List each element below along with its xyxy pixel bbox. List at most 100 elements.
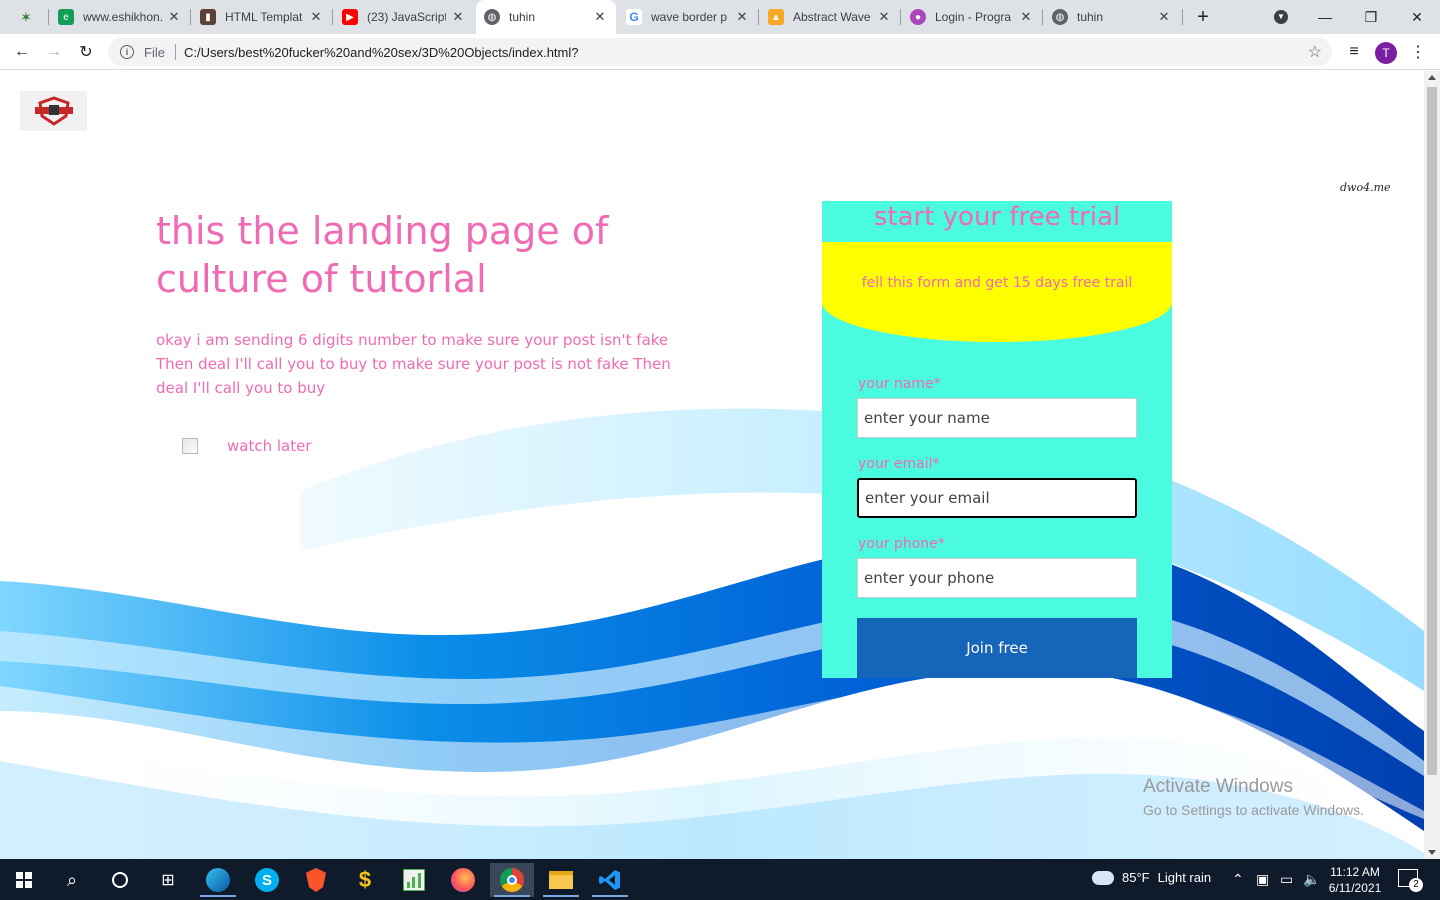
tab-5[interactable]: G wave border p ✕ (618, 0, 758, 34)
close-icon[interactable]: ✕ (1018, 9, 1034, 25)
email-label: your email* (858, 456, 940, 472)
chevron-up-icon[interactable]: ⌃ (1232, 871, 1244, 888)
tab-title: tuhin (1077, 10, 1104, 24)
tab-title: tuhin (509, 10, 536, 24)
address-bar[interactable]: i File C:/Users/best%20fucker%20and%20se… (108, 38, 1332, 66)
windows-start-icon[interactable] (2, 863, 46, 897)
edge-icon[interactable] (196, 863, 240, 897)
close-window-icon[interactable]: ✕ (1394, 0, 1440, 34)
watch-later-link[interactable]: watch later (182, 437, 312, 455)
tab-4-active[interactable]: ◍ tuhin ✕ (476, 0, 616, 34)
meet-now-icon[interactable]: ▣ (1256, 871, 1269, 888)
file-explorer-icon[interactable] (539, 863, 583, 897)
vscode-icon[interactable] (588, 863, 632, 897)
weather-desc: Light rain (1157, 870, 1212, 885)
globe-icon: ◍ (484, 9, 500, 25)
name-field[interactable] (857, 398, 1137, 438)
task-view-icon[interactable]: ⊞ (146, 863, 190, 897)
back-arrow-icon[interactable]: ← (10, 40, 34, 64)
tab-0[interactable]: ✶ (10, 0, 48, 34)
bookmark-star-icon[interactable]: ☆ (1308, 42, 1322, 62)
more-menu-icon[interactable]: ⋮ (1406, 40, 1430, 64)
tab-6[interactable]: ▲ Abstract Wave ✕ (760, 0, 900, 34)
activate-windows-watermark: Activate Windows Go to Settings to activ… (1143, 776, 1364, 818)
cloud-rain-icon (1092, 870, 1114, 885)
youtube-icon: ▶ (342, 9, 358, 25)
dollar-app-icon[interactable]: $ (343, 863, 387, 897)
system-clock[interactable]: 11:12 AM 6/11/2021 (1323, 864, 1387, 896)
profile-avatar[interactable]: T (1375, 42, 1397, 64)
forward-arrow-icon[interactable]: → (42, 40, 66, 64)
close-icon[interactable]: ✕ (308, 9, 324, 25)
search-icon[interactable]: ⌕ (50, 863, 94, 897)
close-icon[interactable]: ✕ (876, 9, 892, 25)
firefox-icon[interactable] (441, 863, 485, 897)
activate-subtitle: Go to Settings to activate Windows. (1143, 802, 1364, 818)
page-scrollbar[interactable] (1424, 71, 1440, 859)
wave-background-image (0, 408, 1424, 859)
clock-date: 6/11/2021 (1328, 881, 1382, 895)
google-icon: G (626, 9, 642, 25)
restore-icon[interactable]: ❐ (1348, 0, 1394, 34)
email-field[interactable] (857, 478, 1137, 518)
notification-count: 2 (1409, 878, 1423, 892)
notification-icon[interactable]: 2 (1398, 869, 1423, 892)
tab-title: www.eshikhon. (83, 10, 162, 24)
card-yellow-band (822, 242, 1172, 342)
volume-icon[interactable]: 🔈 (1303, 871, 1320, 888)
tab-7[interactable]: ● Login - Progra ✕ (902, 0, 1042, 34)
new-tab-button[interactable]: + (1182, 0, 1224, 34)
join-free-button[interactable]: Join free (857, 618, 1137, 678)
cortana-icon[interactable] (98, 863, 142, 897)
chart-app-icon[interactable] (392, 863, 436, 897)
close-icon[interactable]: ✕ (592, 9, 608, 25)
phone-field[interactable] (857, 558, 1137, 598)
activate-title: Activate Windows (1143, 776, 1293, 797)
tab-title: Login - Progra (935, 10, 1012, 24)
close-icon[interactable]: ✕ (166, 9, 182, 25)
browser-toolbar: ← → ↻ i File C:/Users/best%20fucker%20an… (0, 34, 1440, 70)
chrome-icon[interactable] (490, 863, 534, 897)
network-icon[interactable]: ▭ (1280, 871, 1293, 888)
tab-3[interactable]: ▶ (23) JavaScript ✕ (334, 0, 474, 34)
phone-label: your phone* (858, 536, 945, 552)
watch-later-label: watch later (227, 437, 312, 455)
page-viewport: dwo4.me this the landing page of culture… (0, 71, 1424, 859)
image-icon: ▲ (768, 9, 784, 25)
minimize-icon[interactable]: — (1302, 0, 1348, 34)
tab-search-icon[interactable]: ▼ (1258, 0, 1304, 34)
url-scheme-label: File (144, 44, 165, 60)
site-logo[interactable] (20, 91, 87, 131)
globe-icon: ◍ (1052, 9, 1068, 25)
windows-taskbar: ⌕ ⊞ S $ 85°F Light rain ⌃ ▣ ▭ 🔈 11:12 AM… (0, 859, 1440, 900)
tab-2[interactable]: ▮ HTML Templat ✕ (192, 0, 332, 34)
scroll-up-icon[interactable] (1428, 75, 1436, 80)
hero-title: this the landing page of culture of tuto… (156, 209, 609, 301)
broken-image-icon (182, 438, 198, 454)
login-icon: ● (910, 9, 926, 25)
reading-list-icon[interactable]: ≡ (1342, 40, 1366, 64)
tab-1[interactable]: e www.eshikhon. ✕ (50, 0, 190, 34)
weather-widget[interactable]: 85°F Light rain (1092, 870, 1211, 885)
name-label: your name* (858, 376, 941, 392)
hero-description: okay i am sending 6 digits number to mak… (156, 331, 671, 397)
tab-8[interactable]: ◍ tuhin ✕ (1044, 0, 1180, 34)
close-icon[interactable]: ✕ (450, 9, 466, 25)
brave-icon[interactable] (294, 863, 338, 897)
eshikhon-icon: e (58, 9, 74, 25)
card-title: start your free trial (873, 202, 1121, 232)
browser-tab-bar: ✶ e www.eshikhon. ✕ ▮ HTML Templat ✕ ▶ (… (0, 0, 1440, 34)
tab-title: Abstract Wave (793, 10, 871, 24)
shield-logo-icon (34, 96, 73, 126)
code-icon: ✶ (20, 8, 32, 25)
site-info-icon[interactable]: i (120, 45, 134, 59)
url-text[interactable]: C:/Users/best%20fucker%20and%20sex/3D%20… (184, 45, 579, 60)
weather-temp: 85°F (1122, 870, 1150, 885)
skype-icon[interactable]: S (245, 863, 289, 897)
close-icon[interactable]: ✕ (734, 9, 750, 25)
reload-icon[interactable]: ↻ (74, 40, 98, 64)
scrollbar-thumb[interactable] (1427, 87, 1437, 775)
close-icon[interactable]: ✕ (1156, 9, 1172, 25)
scroll-down-icon[interactable] (1428, 850, 1436, 855)
clock-time: 11:12 AM (1330, 865, 1380, 879)
